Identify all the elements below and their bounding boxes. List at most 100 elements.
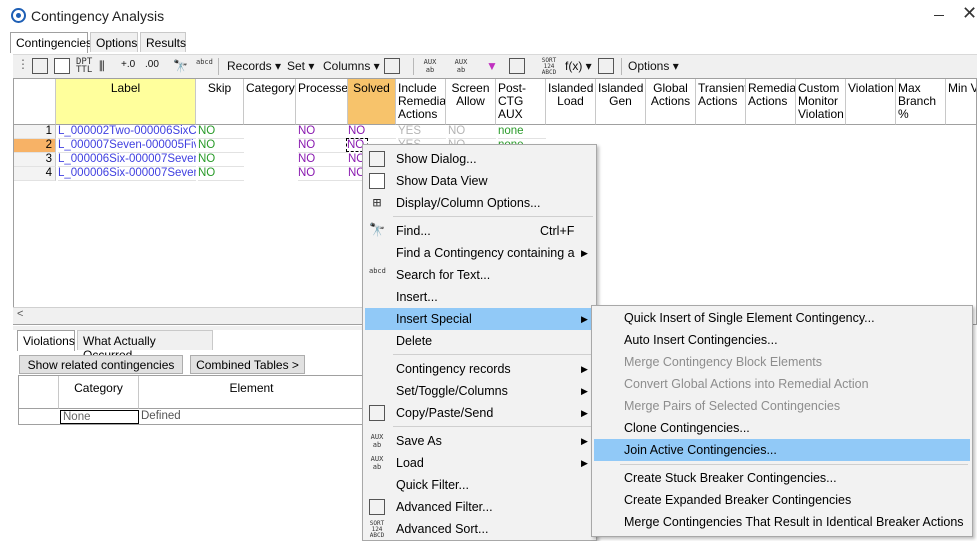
menu-item-load[interactable]: AUX ab Load ▶ (365, 452, 594, 474)
row-number[interactable]: 3 (14, 153, 56, 167)
column-header[interactable]: Min V (946, 79, 976, 125)
menu-item-quick-filter[interactable]: Quick Filter... (365, 474, 594, 496)
table-cell-label[interactable]: L_000002Two-000006SixC1 (58, 125, 196, 139)
menu-item-advanced-sort[interactable]: SORT 124 ABCD Advanced Sort... (365, 518, 594, 540)
columns-menu[interactable]: Columns ▾ (323, 59, 380, 73)
submenu-item-quick-insert-single-element[interactable]: Quick Insert of Single Element Contingen… (594, 307, 970, 329)
table-cell-solved[interactable]: NO (348, 125, 396, 139)
table-cell-skip[interactable]: NO (198, 125, 244, 139)
menu-item-contingency-records[interactable]: Contingency records ▶ (365, 358, 594, 380)
split-columns-icon[interactable]: ⫼ (99, 59, 105, 74)
menu-item-set-toggle-columns[interactable]: Set/Toggle/Columns ▶ (365, 380, 594, 402)
table-cell-skip[interactable]: NO (198, 139, 244, 153)
set-menu[interactable]: Set ▾ (287, 59, 314, 73)
table-icon[interactable] (598, 58, 614, 74)
binoculars-icon[interactable]: 🔭 (173, 59, 188, 73)
column-header[interactable]: Include Remedial Actions (396, 79, 446, 125)
submenu-item-create-stuck-breaker[interactable]: Create Stuck Breaker Contingencies... (594, 467, 970, 489)
menu-item-show-data-view[interactable]: Show Data View (365, 170, 594, 192)
menu-item-insert[interactable]: Insert... (365, 286, 594, 308)
menu-item-advanced-filter[interactable]: Advanced Filter... (365, 496, 594, 518)
tab-options[interactable]: Options (90, 32, 138, 52)
fx-menu[interactable]: f(x) ▾ (565, 59, 592, 73)
menu-item-find[interactable]: 🔭 Find... Ctrl+F (365, 220, 594, 242)
scroll-left-icon[interactable]: < (17, 308, 23, 320)
column-header[interactable]: Islanded Gen (596, 79, 646, 125)
column-header[interactable]: Skip (196, 79, 244, 125)
tab-contingencies[interactable]: Contingencies (10, 32, 92, 53)
column-header[interactable]: Solved (348, 79, 396, 125)
increase-decimals-icon[interactable]: +.0 (121, 59, 135, 70)
combined-tables-button[interactable]: Combined Tables > (190, 355, 305, 374)
table-cell-processed[interactable]: NO (298, 153, 348, 167)
column-header[interactable]: Global Actions (646, 79, 696, 125)
horizontal-scrollbar[interactable]: < (13, 307, 363, 324)
menu-item-insert-special[interactable]: Insert Special ▶ (365, 308, 594, 330)
table-cell-label[interactable]: L_000006Six-000007SevenC (58, 153, 196, 167)
column-header[interactable]: Violation (846, 79, 896, 125)
sort-icon[interactable]: SORT 124 ABCD (541, 58, 557, 76)
toolbar: ⋮ DPT TTL ⫼ +.0 .00 🔭 abcd Records ▾ Set… (13, 54, 977, 78)
submenu-item-create-expanded-breaker[interactable]: Create Expanded Breaker Contingencies (594, 489, 970, 511)
row-number[interactable]: 4 (14, 167, 56, 181)
tab-violations[interactable]: Violations (17, 330, 75, 351)
decrease-decimals-icon[interactable]: .00 (145, 59, 159, 70)
row-number[interactable]: 2 (14, 139, 56, 153)
table-cell-label[interactable]: L_000006Six-000007SevenC (58, 167, 196, 181)
column-header[interactable]: Transient Actions (696, 79, 746, 125)
tab-what-actually-occurred[interactable]: What Actually Occurred (77, 330, 213, 362)
table-cell-screen[interactable]: NO (448, 125, 496, 139)
table-cell-skip[interactable]: NO (198, 153, 244, 167)
table-cell-category[interactable]: None (60, 410, 139, 424)
table-cell-solved[interactable]: NO (348, 153, 362, 167)
menu-item-display-column-options[interactable]: ⊞ Display/Column Options... (365, 192, 594, 214)
column-header[interactable]: Category (244, 79, 296, 125)
row-number[interactable]: 1 (14, 125, 56, 139)
column-header[interactable]: Post-CTG AUX (496, 79, 546, 125)
table-cell-processed[interactable]: NO (298, 125, 348, 139)
submenu-arrow-icon: ▶ (581, 436, 588, 446)
filter-icon[interactable]: ▼ (486, 59, 498, 73)
column-header[interactable]: Remedial Actions (746, 79, 796, 125)
column-header[interactable]: Processed (296, 79, 348, 125)
records-menu[interactable]: Records ▾ (227, 59, 281, 73)
column-header[interactable]: Max Branch % (896, 79, 946, 125)
table-cell-processed[interactable]: NO (298, 167, 348, 181)
search-text-icon[interactable]: abcd (196, 58, 213, 74)
copy-icon[interactable] (384, 58, 400, 74)
column-header[interactable]: Element (139, 376, 364, 409)
menu-item-copy-paste-send[interactable]: Copy/Paste/Send ▶ (365, 402, 594, 424)
options-menu[interactable]: Options ▾ (628, 59, 679, 73)
minimize-icon[interactable] (934, 15, 944, 16)
submenu-item-auto-insert[interactable]: Auto Insert Contingencies... (594, 329, 970, 351)
table-cell-post[interactable]: none (498, 125, 546, 139)
aux-save-icon[interactable]: AUX ab (422, 58, 438, 74)
submenu-item-clone[interactable]: Clone Contingencies... (594, 417, 970, 439)
filter-grid-icon[interactable] (509, 58, 525, 74)
table-cell-solved[interactable]: NO (348, 167, 362, 181)
table-cell-processed[interactable]: NO (298, 139, 348, 153)
tab-results[interactable]: Results (140, 32, 186, 52)
table-cell-skip[interactable]: NO (198, 167, 244, 181)
column-header[interactable]: Custom Monitor Violation (796, 79, 846, 125)
dataview-icon[interactable] (54, 58, 70, 74)
menu-item-show-dialog[interactable]: Show Dialog... (365, 148, 594, 170)
column-header[interactable]: Label (56, 79, 196, 125)
table-cell-label[interactable]: L_000007Seven-000005Five (58, 139, 196, 153)
column-header[interactable]: Screen Allow (446, 79, 496, 125)
close-icon[interactable]: ✕ (962, 3, 977, 24)
menu-item-save-as[interactable]: AUX ab Save As ▶ (365, 430, 594, 452)
submenu-item-merge-identical-breaker[interactable]: Merge Contingencies That Result in Ident… (594, 511, 970, 533)
menu-item-find-contingency-containing[interactable]: Find a Contingency containing a ▶ (365, 242, 594, 264)
dpt-icon[interactable]: DPT TTL (76, 58, 92, 75)
menu-item-delete[interactable]: Delete (365, 330, 594, 352)
column-header[interactable]: Category (59, 376, 139, 409)
show-related-contingencies-button[interactable]: Show related contingencies (19, 355, 183, 374)
aux-load-icon[interactable]: AUX ab (453, 58, 469, 74)
table-cell-include[interactable]: YES (398, 125, 446, 139)
dialog-icon[interactable] (32, 58, 48, 74)
submenu-item-join-active[interactable]: Join Active Contingencies... (594, 439, 970, 461)
menu-item-search-for-text[interactable]: abcd Search for Text... (365, 264, 594, 286)
table-cell-element[interactable]: Defined (141, 410, 341, 424)
column-header[interactable]: Islanded Load (546, 79, 596, 125)
